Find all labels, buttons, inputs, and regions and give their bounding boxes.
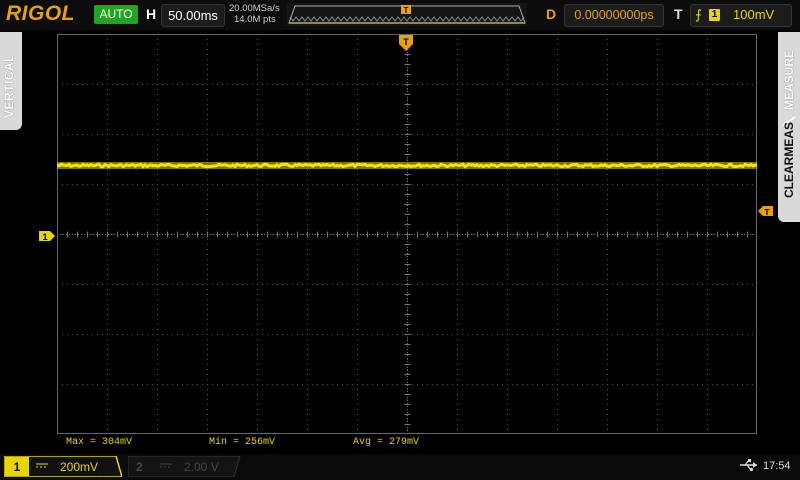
trigger-level: 100mV (733, 7, 775, 22)
acquisition-info: 20.00MSa/s 14.0M pts (229, 3, 280, 25)
horizontal-delay-value[interactable]: 0.00000000ps (564, 4, 664, 27)
ch1-scale: 200mV (60, 460, 98, 474)
ch2-status-panel[interactable]: 2 2.00 V (128, 456, 246, 477)
memory-trigger-marker-label: T (404, 6, 409, 15)
clock: 17:54 (763, 460, 791, 472)
trigger-level-marker-label: T (764, 207, 770, 217)
memory-depth: 14.0M pts (234, 14, 276, 25)
trigger-settings[interactable]: ⨍ 1 100mV (690, 4, 792, 27)
sample-rate: 20.00MSa/s (229, 3, 280, 14)
vertical-tab-label: VERTICAL (2, 54, 16, 118)
measure-menu-tab[interactable]: MEASURE CLEARMEAS (778, 32, 800, 222)
ch1-offset-marker[interactable]: 1 (38, 230, 56, 242)
brand-logo: RIGOL (6, 2, 75, 25)
clearmeas-tab-label[interactable]: CLEARMEAS (782, 122, 796, 198)
vertical-menu-tab[interactable]: VERTICAL (0, 32, 22, 130)
trigger-label: T (674, 6, 683, 22)
trigger-position-marker-label: T (403, 37, 409, 47)
measure-avg: Avg = 279mV (353, 437, 420, 448)
run-mode-badge[interactable]: AUTO (94, 5, 138, 24)
ch2-scale: 2.00 V (184, 460, 219, 474)
measure-max: Max = 304mV (66, 437, 133, 448)
horizontal-label: H (146, 6, 157, 22)
trigger-source-badge: 1 (709, 9, 720, 21)
ch2-number: 2 (136, 460, 143, 474)
measure-min: Min = 256mV (209, 437, 276, 448)
trigger-level-marker[interactable]: T (758, 206, 774, 217)
ch1-number: 1 (14, 460, 21, 474)
delay-label: D (546, 6, 557, 22)
ch1-status-panel[interactable]: 1 200mV (4, 456, 122, 477)
ch1-offset-marker-label: 1 (42, 232, 47, 242)
memory-waveform-overview[interactable]: T (287, 3, 527, 26)
usb-icon (740, 459, 757, 472)
rising-edge-icon: ⨍ (695, 7, 702, 22)
timebase-value[interactable]: 50.00ms (161, 4, 225, 27)
trigger-position-marker[interactable]: T (398, 34, 414, 54)
measure-tab-label: MEASURE (782, 49, 796, 110)
waveform-display[interactable] (57, 34, 757, 434)
